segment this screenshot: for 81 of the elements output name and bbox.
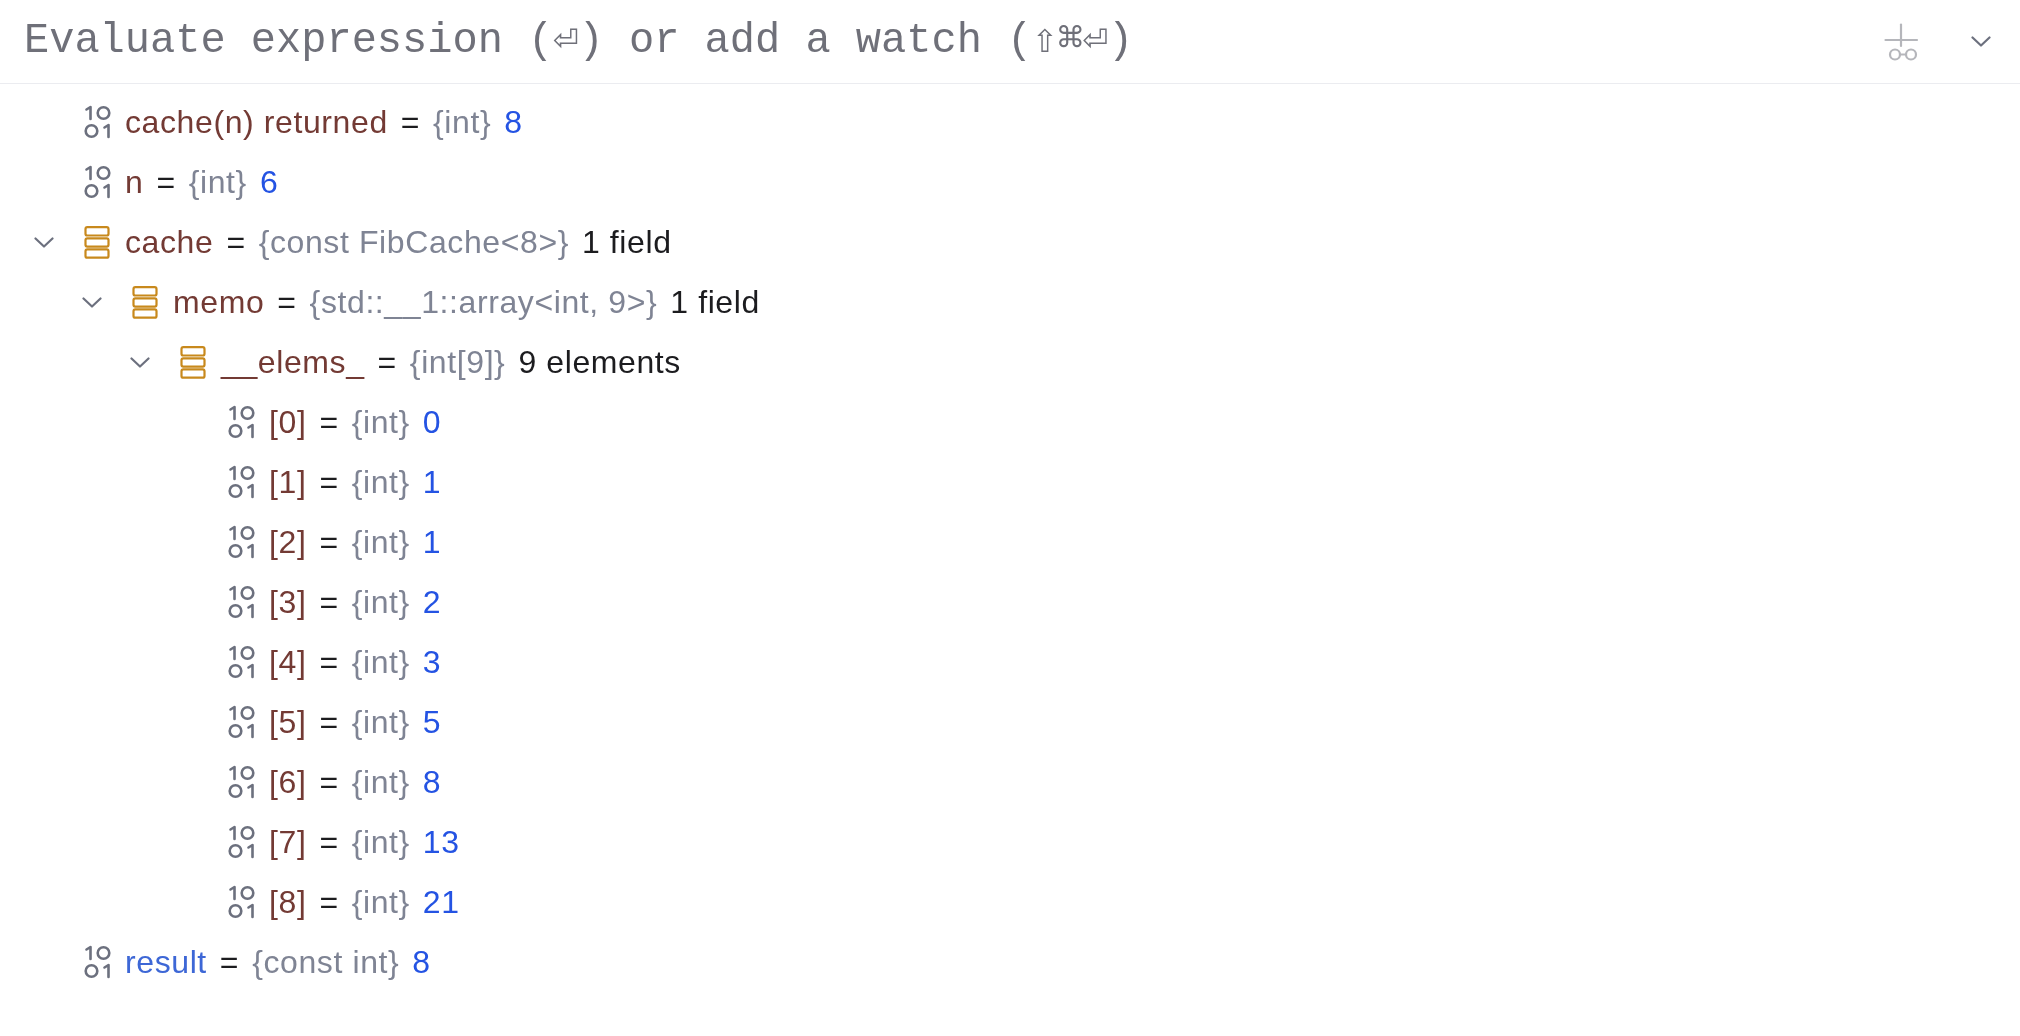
variable-value: 9 elements [518,343,681,382]
chevron-down-icon[interactable] [34,236,54,248]
binary-digits-icon [228,405,256,439]
variable-name: [1] [269,463,307,502]
variable-value: 5 [422,703,442,742]
equals-operator: = [319,763,339,802]
equals-operator: = [319,823,339,862]
variable-value: 1 [422,463,442,502]
type-label: {int} [351,463,410,502]
equals-operator: = [219,943,240,982]
equals-operator: = [277,283,297,322]
variable-name: cache [125,223,214,262]
equals-operator: = [319,583,339,622]
variable-value: 3 [422,643,442,682]
variable-value: 8 [412,943,431,982]
type-label: {int} [351,523,410,562]
type-label: {int} [351,763,410,802]
chevron-down-icon[interactable] [82,296,102,308]
equals-operator: = [226,223,246,262]
binary-digits-icon [228,645,256,679]
variable-name: [0] [269,403,307,442]
variable-value: 2 [422,583,442,622]
binary-digits-icon [228,705,256,739]
type-label: {std::__1::array<int, 9>} [309,283,658,322]
variable-name: n [125,163,144,202]
variable-name: cache(n) returned [125,103,388,142]
equals-operator: = [156,163,176,202]
type-label: {int} [351,703,410,742]
stacked-bars-icon [84,225,110,259]
equals-operator: = [400,103,421,142]
binary-digits-icon [84,105,112,139]
variable-name: [2] [269,523,307,562]
variable-name: [8] [269,883,307,922]
binary-digits-icon [228,765,256,799]
variable-name: [3] [269,583,307,622]
expression-input[interactable]: Evaluate expression (⏎) or add a watch (⇧⌘⏎) [24,11,1860,72]
type-label: {const int} [252,943,400,982]
binary-digits-icon [228,525,256,559]
variable-value: 21 [422,883,460,922]
variable-value: 8 [504,103,523,142]
type-label: {int} [351,583,410,622]
type-label: {int} [351,403,410,442]
chevron-down-icon[interactable] [130,356,150,368]
equals-operator: = [319,703,339,742]
stacked-bars-icon [132,285,158,319]
variable-value: 6 [259,163,279,202]
variable-name: [5] [269,703,307,742]
type-label: {int[9]} [409,343,506,382]
binary-digits-icon [228,885,256,919]
equals-operator: = [377,343,397,382]
variable-value: 1 field [670,283,760,322]
equals-operator: = [319,463,339,502]
variable-value: 1 [422,523,442,562]
equals-operator: = [319,523,339,562]
variable-name: result [125,943,207,982]
variable-name: [7] [269,823,307,862]
binary-digits-icon [84,945,112,979]
variable-name: [6] [269,763,307,802]
type-label: {int} [351,643,410,682]
type-label: {const FibCache<8>} [258,223,569,262]
type-label: {int} [351,823,410,862]
equals-operator: = [319,643,339,682]
variable-name: [4] [269,643,307,682]
binary-digits-icon [84,165,112,199]
equals-operator: = [319,883,339,922]
stacked-bars-icon [180,345,206,379]
binary-digits-icon [228,465,256,499]
equals-operator: = [319,403,339,442]
type-label: {int} [351,883,410,922]
binary-digits-icon [228,585,256,619]
binary-digits-icon [228,825,256,859]
type-label: {int} [188,163,247,202]
type-label: {int} [433,103,492,142]
variable-name: memo [173,283,265,322]
variable-value: 13 [422,823,460,862]
variable-value: 0 [422,403,442,442]
variable-value: 1 field [581,223,672,262]
variable-value: 8 [422,763,442,802]
chevron-down-icon [1971,36,1991,47]
variable-name: __elems_ [221,343,365,382]
plus-glasses-icon [1884,22,1920,61]
